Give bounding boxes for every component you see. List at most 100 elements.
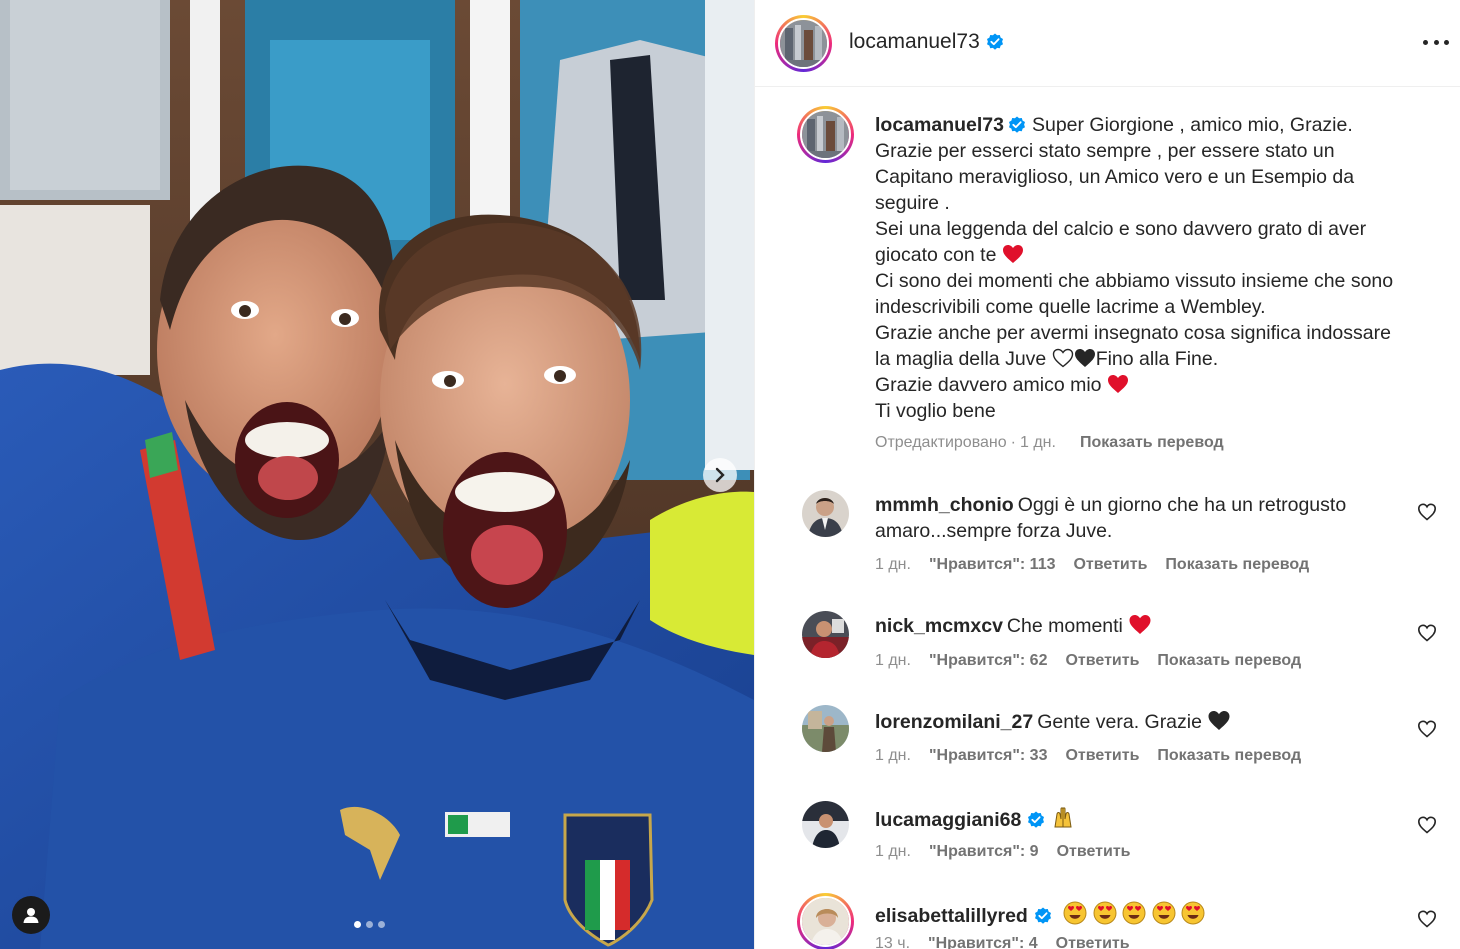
caption-line: la maglia della Juve — [875, 348, 1047, 370]
avatar-image — [802, 898, 849, 945]
like-heart-icon[interactable] — [1417, 909, 1437, 929]
comment-body: lucamaggiani68 — [875, 805, 1395, 833]
caption-line: Fino alla Fine. — [1095, 348, 1219, 370]
caption-line: seguire . — [875, 192, 950, 214]
caption-line: Ti voglio bene — [875, 400, 996, 422]
caption-meta: Отредактировано · 1 дн. Показать перевод — [875, 434, 1224, 451]
comment-avatar[interactable] — [802, 705, 849, 752]
comment-body: lorenzomilani_27 Gente vera. Grazie — [875, 709, 1395, 735]
verified-badge-icon — [1028, 811, 1045, 828]
post-side-panel: locamanuel73 locamanuel73 Super Giorgion… — [754, 0, 1460, 949]
comment-likes[interactable]: "Нравится": 9 — [929, 843, 1039, 860]
black-heart-icon — [1208, 711, 1230, 730]
like-heart-icon[interactable] — [1417, 815, 1437, 835]
comment-time[interactable]: 1 дн. — [875, 747, 911, 764]
caption-line: Grazie davvero amico mio — [875, 374, 1102, 396]
caption-line: Grazie per esserci stato sempre , per es… — [875, 140, 1335, 162]
caption-time[interactable]: 1 дн. — [1020, 434, 1056, 451]
comment-meta: 1 дн. "Нравится": 62 Ответить Показать пере… — [875, 652, 1319, 670]
comment-username[interactable]: nick_mcmxcv — [875, 615, 1003, 637]
translate-button[interactable]: Показать перевод — [1165, 556, 1309, 573]
translate-button[interactable]: Показать перевод — [1157, 747, 1301, 764]
caption-line: Ci sono dei momenti che abbiamo vissuto … — [875, 270, 1394, 292]
comment-meta: 13 ч. "Нравится": 4 Ответить — [875, 935, 1148, 949]
carousel-dot — [366, 921, 373, 928]
avatar-image — [802, 801, 849, 848]
avatar-image — [780, 20, 827, 67]
reply-button[interactable]: Ответить — [1056, 935, 1130, 949]
more-options-button[interactable] — [1423, 32, 1449, 52]
verified-badge-icon — [986, 33, 1003, 51]
caption-text: locamanuel73 Super Giorgione , amico mio… — [875, 112, 1435, 424]
chevron-right-icon — [715, 467, 725, 483]
white-heart-icon — [1052, 348, 1073, 368]
comment-body: elisabettalillyred — [875, 901, 1395, 929]
comment-meta: 1 дн. "Нравится": 113 Ответить Показать пер… — [875, 556, 1327, 574]
author-username-text[interactable]: locamanuel73 — [849, 30, 980, 53]
red-heart-icon — [1129, 615, 1151, 634]
carousel-indicator — [354, 921, 385, 928]
caption-line: indescrivibili come quelle lacrime a Wem… — [875, 296, 1266, 318]
caption-author-avatar[interactable] — [797, 106, 854, 163]
red-heart-icon — [1002, 245, 1023, 263]
comment-likes[interactable]: "Нравится": 113 — [929, 556, 1056, 573]
black-heart-icon — [1074, 349, 1095, 367]
more-horizontal-icon — [1423, 39, 1428, 45]
like-heart-icon[interactable] — [1417, 719, 1437, 739]
edited-label: Отредактировано — [875, 434, 1007, 451]
avatar-image — [802, 611, 849, 658]
carousel-dot — [354, 921, 361, 928]
avatar-image — [802, 705, 849, 752]
avatar-image — [802, 490, 849, 537]
comment-time[interactable]: 1 дн. — [875, 652, 911, 669]
heart-eyes-icon — [1181, 901, 1205, 925]
comment-time[interactable]: 1 дн. — [875, 843, 911, 860]
comment-username[interactable]: elisabettalillyred — [875, 905, 1028, 927]
like-heart-icon[interactable] — [1417, 502, 1437, 522]
caption-username[interactable]: locamanuel73 — [875, 114, 1004, 136]
author-avatar[interactable] — [775, 15, 832, 72]
caption-line: Capitano meraviglioso, un Amico vero e u… — [875, 166, 1355, 188]
carousel-next-button[interactable] — [703, 458, 737, 492]
comment-text: Che momenti — [1006, 615, 1123, 637]
comment-time[interactable]: 13 ч. — [875, 935, 910, 949]
carousel-dot — [378, 921, 385, 928]
heart-eyes-icon — [1063, 901, 1087, 925]
comment-body: mmmh_chonio Oggi è un giorno che ha un re… — [875, 492, 1395, 544]
caption-line: Grazie anche per avermi insegnato cosa s… — [875, 322, 1391, 344]
comment-avatar[interactable] — [802, 611, 849, 658]
comment-meta: 1 дн. "Нравится": 9 Ответить — [875, 843, 1149, 861]
comment-username[interactable]: mmmh_chonio — [875, 494, 1014, 516]
comment-text: Gente vera. Grazie — [1037, 711, 1202, 733]
comment-avatar[interactable] — [797, 893, 854, 949]
comment-likes[interactable]: "Нравится": 4 — [928, 935, 1038, 949]
heart-eyes-icon — [1093, 901, 1117, 925]
comment-likes[interactable]: "Нравится": 62 — [929, 652, 1048, 669]
caption-line: Super Giorgione , amico mio, Grazie. — [1031, 114, 1353, 136]
comment-username[interactable]: lucamaggiani68 — [875, 809, 1021, 831]
post-media[interactable] — [0, 0, 754, 949]
comment-avatar[interactable] — [802, 801, 849, 848]
reply-button[interactable]: Ответить — [1073, 556, 1147, 573]
reply-button[interactable]: Ответить — [1065, 747, 1139, 764]
comment-time[interactable]: 1 дн. — [875, 556, 911, 573]
avatar-image — [802, 111, 849, 158]
comment-avatar[interactable] — [802, 490, 849, 537]
post-photo — [0, 0, 754, 949]
raising-hands-icon — [1054, 807, 1072, 828]
reply-button[interactable]: Ответить — [1065, 652, 1139, 669]
red-heart-icon — [1107, 375, 1128, 393]
verified-badge-icon — [1008, 116, 1025, 133]
comment-likes[interactable]: "Нравится": 33 — [929, 747, 1048, 764]
user-icon — [23, 908, 39, 923]
reply-button[interactable]: Ответить — [1057, 843, 1131, 860]
verified-badge-icon — [1034, 907, 1051, 924]
author-username[interactable]: locamanuel73 — [849, 30, 1004, 54]
translate-button[interactable]: Показать перевод — [1157, 652, 1301, 669]
caption-line: Sei una leggenda del calcio e sono davve… — [875, 218, 1367, 240]
tagged-users-button[interactable] — [12, 896, 50, 934]
heart-eyes-emoji-group — [1058, 901, 1205, 927]
like-heart-icon[interactable] — [1417, 623, 1437, 643]
comment-username[interactable]: lorenzomilani_27 — [875, 711, 1033, 733]
translate-button[interactable]: Показать перевод — [1080, 434, 1224, 451]
